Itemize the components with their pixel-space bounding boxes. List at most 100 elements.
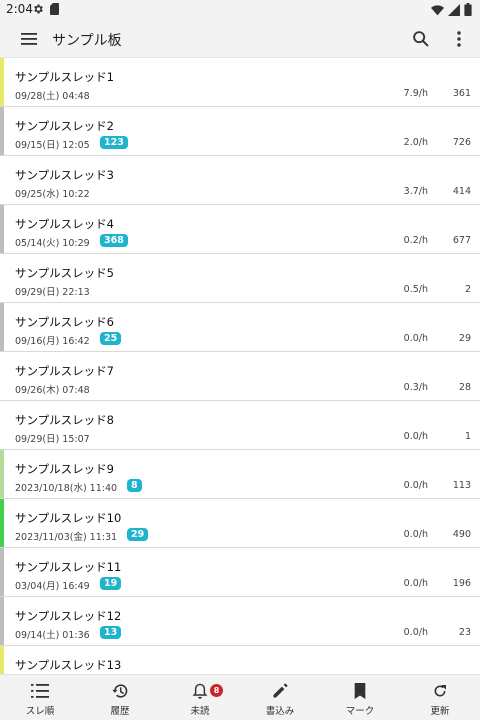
post-count: 113 [452,480,471,491]
row-accent-bar [0,646,4,674]
thread-speed: 3.7/h [403,186,428,197]
thread-date: 09/29(日) 22:13 [15,287,90,298]
wifi-icon [431,4,444,16]
thread-speed: 0.0/h [403,431,428,442]
thread-title: サンプルスレッド10 [15,511,122,525]
thread-speed: 0.2/h [403,235,428,246]
thread-row[interactable]: サンプルスレッド7 09/26(木) 07:48 0.3/h 28 [0,352,480,401]
thread-speed: 0.0/h [403,529,428,540]
bottom-navigation: スレ順 履歴 8 未読 書込み マーク 更新 [0,674,480,720]
thread-title: サンプルスレッド1 [15,70,114,84]
thread-date: 09/16(月) 16:42 [15,336,90,347]
post-count: 28 [458,382,471,393]
unread-count-badge: 25 [100,332,122,345]
nav-write[interactable]: 書込み [240,675,320,720]
refresh-icon [432,683,448,699]
nav-unread[interactable]: 8 未読 [160,675,240,720]
thread-speed: 0.3/h [403,382,428,393]
board-title: サンプル板 [52,33,122,49]
row-accent-bar [0,401,4,449]
thread-title: サンプルスレッド12 [15,609,122,623]
more-vert-icon [452,28,466,50]
thread-speed: 0.0/h [403,480,428,491]
thread-title: サンプルスレッド4 [15,217,114,231]
thread-row[interactable]: サンプルスレッド8 09/29(日) 15:07 0.0/h 1 [0,401,480,450]
row-accent-bar [0,156,4,204]
thread-row[interactable]: サンプルスレッド9 2023/10/18(水) 11:40 8 0.0/h 11… [0,450,480,499]
row-accent-bar [0,254,4,302]
cell-signal-icon [448,3,460,16]
nav-history[interactable]: 履歴 [80,675,160,720]
status-bar: 2:04 [0,0,480,20]
thread-row[interactable]: サンプルスレッド1 09/28(土) 04:48 7.9/h 361 [0,58,480,107]
menu-button[interactable] [18,28,40,50]
thread-speed: 0.0/h [403,627,428,638]
post-count: 1 [464,431,471,442]
thread-row[interactable]: サンプルスレッド2 09/15(日) 12:05 123 2.0/h 726 [0,107,480,156]
post-count: 29 [458,333,471,344]
thread-row[interactable]: サンプルスレッド10 2023/11/03(金) 11:31 29 0.0/h … [0,499,480,548]
search-button[interactable] [410,28,432,50]
unread-count-badge: 123 [100,136,128,149]
pencil-icon [272,683,288,699]
thread-speed: 0.0/h [403,333,428,344]
unread-count-badge: 368 [100,234,128,247]
thread-row[interactable]: サンプルスレッド3 09/25(水) 10:22 3.7/h 414 [0,156,480,205]
sort-list-icon [31,683,49,699]
bookmark-icon [353,683,367,699]
thread-title: サンプルスレッド11 [15,560,122,574]
thread-date: 09/28(土) 04:48 [15,91,90,102]
thread-date: 09/29(日) 15:07 [15,434,90,445]
row-accent-bar [0,352,4,400]
nav-label-history: 履歴 [110,706,130,717]
bell-icon [192,683,208,699]
post-count: 726 [452,137,471,148]
row-accent-bar [0,597,4,645]
row-accent-bar [0,107,4,155]
overflow-menu-button[interactable] [452,28,466,50]
nav-sort[interactable]: スレ順 [0,675,80,720]
thread-date: 2023/10/18(水) 11:40 [15,483,118,494]
thread-title: サンプルスレッド6 [15,315,114,329]
post-count: 490 [452,529,471,540]
thread-date: 2023/11/03(金) 11:31 [15,532,118,543]
battery-icon [464,3,472,16]
post-count: 23 [458,627,471,638]
thread-speed: 0.5/h [403,284,428,295]
thread-row[interactable]: サンプルスレッド12 09/14(土) 01:36 13 0.0/h 23 [0,597,480,646]
post-count: 414 [452,186,471,197]
nav-label-write: 書込み [265,706,295,717]
hamburger-menu-icon [21,33,37,45]
row-accent-bar [0,58,4,106]
post-count: 677 [452,235,471,246]
thread-title: サンプルスレッド7 [15,364,114,378]
thread-date: 03/04(月) 16:49 [15,581,90,592]
nav-label-mark: マーク [345,706,375,717]
thread-speed: 2.0/h [403,137,428,148]
nav-label-refresh: 更新 [430,706,450,717]
thread-title: サンプルスレッド13 [15,658,122,672]
thread-title: サンプルスレッド2 [15,119,114,133]
nav-refresh[interactable]: 更新 [400,675,480,720]
unread-count-badge: 8 [127,479,142,492]
thread-row[interactable]: サンプルスレッド11 03/04(月) 16:49 19 0.0/h 196 [0,548,480,597]
unread-count-badge: 13 [100,626,122,639]
post-count: 196 [452,578,471,589]
thread-title: サンプルスレッド9 [15,462,114,476]
thread-title: サンプルスレッド3 [15,168,114,182]
settings-gear-icon [32,3,44,15]
row-accent-bar [0,450,4,498]
unread-nav-badge: 8 [210,684,223,697]
row-accent-bar [0,303,4,351]
thread-date: 09/26(木) 07:48 [15,385,90,396]
history-icon [111,683,129,699]
thread-title: サンプルスレッド5 [15,266,114,280]
thread-row[interactable]: サンプルスレッド4 05/14(火) 10:29 368 0.2/h 677 [0,205,480,254]
unread-count-badge: 29 [127,528,149,541]
thread-row[interactable]: サンプルスレッド13 [0,646,480,674]
nav-mark[interactable]: マーク [320,675,400,720]
thread-row[interactable]: サンプルスレッド6 09/16(月) 16:42 25 0.0/h 29 [0,303,480,352]
thread-date: 09/14(土) 01:36 [15,630,90,641]
thread-row[interactable]: サンプルスレッド5 09/29(日) 22:13 0.5/h 2 [0,254,480,303]
thread-list: サンプルスレッド1 09/28(土) 04:48 7.9/h 361 サンプルス… [0,58,480,674]
